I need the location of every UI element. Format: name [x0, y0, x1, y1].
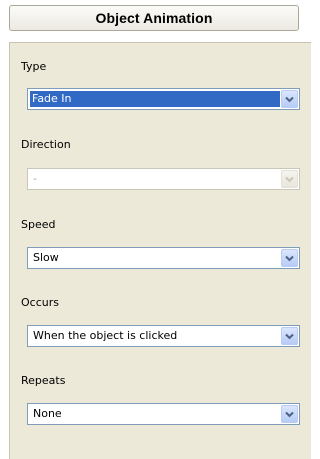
chevron-down-icon	[285, 411, 294, 417]
occurs-dropdown-value: When the object is clicked	[33, 329, 178, 342]
direction-dropdown-value: -	[33, 172, 37, 185]
chevron-down-icon	[285, 176, 294, 182]
occurs-dropdown-button[interactable]	[281, 327, 298, 345]
chevron-down-icon	[285, 255, 294, 261]
speed-dropdown-value: Slow	[33, 251, 59, 264]
repeats-dropdown-value: None	[33, 407, 62, 420]
panel-header: Object Animation	[9, 5, 299, 31]
speed-dropdown-button[interactable]	[281, 249, 298, 267]
type-dropdown[interactable]: Fade In	[27, 88, 300, 110]
repeats-dropdown-button[interactable]	[281, 405, 298, 423]
speed-dropdown[interactable]: Slow	[27, 247, 300, 269]
type-dropdown-button[interactable]	[281, 90, 298, 108]
type-label: Type	[21, 60, 47, 73]
repeats-label: Repeats	[21, 374, 66, 387]
panel-title: Object Animation	[95, 10, 213, 26]
speed-label: Speed	[21, 218, 56, 231]
occurs-label: Occurs	[21, 296, 59, 309]
object-animation-panel: Type Fade In Direction - Speed Slow Occu…	[9, 42, 311, 459]
repeats-dropdown[interactable]: None	[27, 403, 300, 425]
occurs-dropdown[interactable]: When the object is clicked	[27, 325, 300, 347]
chevron-down-icon	[285, 333, 294, 339]
direction-dropdown-button[interactable]	[281, 170, 298, 188]
direction-label: Direction	[21, 138, 71, 151]
chevron-down-icon	[285, 96, 294, 102]
type-dropdown-value: Fade In	[30, 91, 280, 107]
direction-dropdown[interactable]: -	[27, 168, 300, 190]
